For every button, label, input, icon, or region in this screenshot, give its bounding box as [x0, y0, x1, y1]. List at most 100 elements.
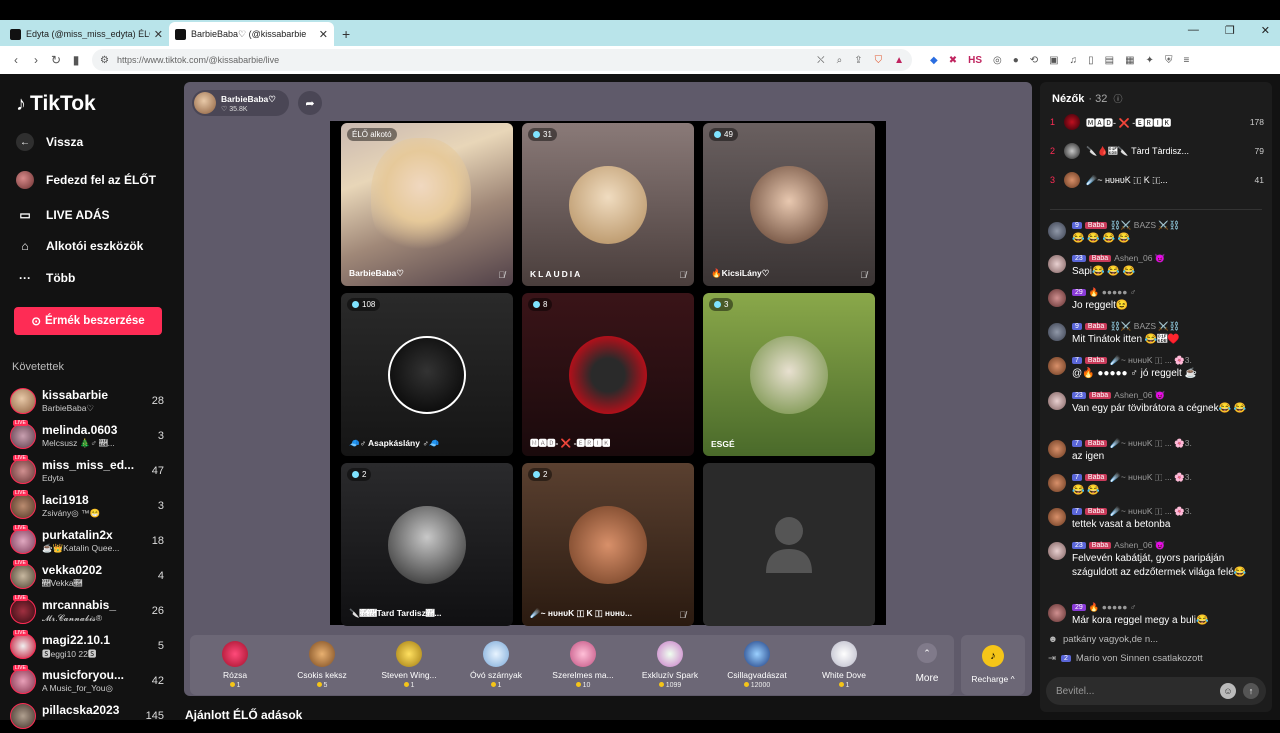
extension-icon[interactable]: HS	[968, 55, 982, 66]
guest-tile[interactable]: ÉLŐ alkotó BarbieBaba♡ 🎙̸	[341, 123, 513, 286]
restore-icon[interactable]: ❐	[1225, 24, 1235, 37]
close-tab-icon[interactable]: ✕	[319, 28, 328, 41]
zoom-icon[interactable]: ⌕	[837, 55, 843, 66]
following-item[interactable]: LIVE vekka0202 🛛Vekka🛛 4	[10, 560, 170, 593]
gift-item[interactable]: Csillagvadászat 12000	[718, 639, 796, 693]
following-item[interactable]: LIVE magi22.10.1 🆂eggi10 22🆂 5	[10, 630, 170, 663]
nav-live-studio[interactable]: ▭ LIVE ADÁS	[16, 206, 109, 224]
message-user[interactable]: ☄️~ ʜᴜʜᴜK 🇮 ... 🌸3.	[1110, 472, 1192, 483]
gift-item[interactable]: Exkluzív Spark 1099	[631, 639, 709, 693]
top-viewer-row[interactable]: 1 🅼🅰🅳- ❌ -🅴🆁🅸🅺 178	[1050, 112, 1264, 132]
shield-icon[interactable]: ⛉	[875, 55, 883, 66]
nav-explore-live[interactable]: Fedezd fel az ÉLŐT	[16, 171, 156, 189]
nav-back[interactable]: ← Vissza	[16, 133, 83, 151]
guest-tile[interactable]: 49 🔥KicsiLány♡ 🎙̸	[703, 123, 875, 286]
reload-icon[interactable]: ↻	[46, 53, 66, 67]
message-user[interactable]: ☄️~ ʜᴜʜᴜK 🇮 ... 🌸3.	[1110, 438, 1192, 449]
extension-icon[interactable]: ◆	[930, 55, 938, 66]
new-tab-icon[interactable]: +	[342, 26, 350, 42]
tiktok-logo[interactable]: ♪ TikTok	[16, 92, 96, 116]
emoji-icon[interactable]: ☺	[1220, 683, 1236, 699]
guest-tile[interactable]: 31 KLAUDIA 🎙̸	[522, 123, 694, 286]
message-user[interactable]: 🔥 ●●●●● ♂	[1089, 287, 1136, 298]
vpn-icon[interactable]: ⛨	[1165, 55, 1173, 66]
rewards-icon[interactable]: ▲	[894, 55, 904, 66]
level-badge: 7	[1072, 357, 1082, 364]
message-header: 7 Baba ☄️~ ʜᴜʜᴜK 🇮 ... 🌸3.	[1072, 355, 1192, 366]
send-icon[interactable]: ↑	[1243, 683, 1259, 699]
guest-tile[interactable]: 3 ESGÉ	[703, 293, 875, 456]
url-field[interactable]: ⚙ https://www.tiktok.com/@kissabarbie/li…	[92, 49, 912, 71]
extension-icon[interactable]: ▤	[1105, 55, 1114, 66]
top-viewer-row[interactable]: 2 🔪🩸🛛🔪 Tàrd Tàrdisz... 79	[1050, 141, 1264, 161]
viewers-header[interactable]: Nézők · 32 ⓘ	[1052, 92, 1122, 105]
guest-tile[interactable]: 2 🔪🛛🛛Tard Tardisz🛛...	[341, 463, 513, 626]
level-badge: 23	[1072, 542, 1086, 549]
close-window-icon[interactable]: ✕	[1261, 24, 1270, 37]
message-text: 😂 😂	[1072, 485, 1100, 496]
site-info-icon[interactable]: ⚙	[100, 55, 109, 66]
gift-price: 10	[544, 682, 622, 689]
extension-icon[interactable]: ♫	[1070, 55, 1078, 66]
message-user[interactable]: 🔥 ●●●●● ♂	[1089, 602, 1136, 613]
empty-guest-slot[interactable]	[703, 463, 875, 626]
share-button[interactable]: ➦	[298, 91, 322, 115]
browser-tab-active[interactable]: BarbieBaba♡ (@kissabarbie ✕	[169, 22, 334, 46]
extension-icon[interactable]: ◎	[993, 55, 1002, 66]
following-item[interactable]: kissabarbie BarbieBaba♡ 28	[10, 386, 170, 418]
chat-input[interactable]	[1056, 683, 1206, 699]
extension-icon[interactable]: ⟲	[1030, 55, 1038, 66]
message-user[interactable]: Ashen_06 😈	[1114, 253, 1165, 264]
following-item[interactable]: LIVE melinda.0603 Melcsusz 🎄♂ 🛛... 3	[10, 420, 170, 453]
guest-tile[interactable]: 8 🅼🅰🅳- ❌ -🅴🆁🅸🅺	[522, 293, 694, 456]
minimize-icon[interactable]: —	[1188, 24, 1199, 37]
message-user[interactable]: ⛓️⚔️ BAZS ⚔️⛓️	[1110, 220, 1179, 231]
following-item[interactable]: LIVE purkatalin2x ☕👑Katalin Quee... 18	[10, 525, 170, 558]
nav-more[interactable]: ··· Több	[16, 269, 75, 287]
browser-tab[interactable]: Edyta (@miss_miss_edyta) ÉLŐ adás ✕	[4, 22, 169, 46]
following-item[interactable]: LIVE laci1918 Zsivány◎ ™😁 3	[10, 490, 170, 523]
following-item[interactable]: LIVE musicforyou... A Music_for_You◎ 42	[10, 665, 170, 698]
info-icon[interactable]: ⓘ	[1113, 94, 1122, 104]
gift-item[interactable]: White Dove 1	[805, 639, 883, 693]
nav-creator-tools[interactable]: ⌂ Alkotói eszközök	[16, 237, 143, 255]
gift-item[interactable]: Rózsa 1	[196, 639, 274, 693]
wallet-icon[interactable]: ▦	[1125, 55, 1134, 66]
more-gifts-button[interactable]: ⌃ More	[902, 639, 952, 684]
star-hunter-gift-icon	[744, 641, 770, 667]
extension-icon[interactable]: ✖	[949, 55, 957, 66]
message-user[interactable]: ☄️~ ʜᴜʜᴜK 🇮 ... 🌸3.	[1110, 355, 1192, 366]
message-user[interactable]: Ashen_06 😈	[1114, 390, 1165, 401]
extension-icon[interactable]: ●	[1013, 55, 1019, 66]
share-page-icon[interactable]: ⇪	[854, 55, 862, 66]
extension-icon[interactable]: ▣	[1049, 55, 1058, 66]
bookmark-icon[interactable]: ▮	[66, 53, 86, 67]
gift-item[interactable]: Steven Wing... 1	[370, 639, 448, 693]
guest-tile[interactable]: 108 🧢♂ Asapkáslány ♂🧢	[341, 293, 513, 456]
following-item[interactable]: pillacska2023 145	[10, 701, 170, 733]
gift-item[interactable]: Csokis keksz 5	[283, 639, 361, 693]
close-tab-icon[interactable]: ✕	[154, 28, 163, 41]
menu-icon[interactable]: ≡	[1183, 55, 1189, 66]
gift-item[interactable]: Szerelmes ma... 10	[544, 639, 622, 693]
avatar	[388, 336, 466, 414]
recharge-button[interactable]: ♪ Recharge ^	[961, 635, 1025, 695]
back-icon[interactable]: ‹	[6, 53, 26, 67]
get-coins-button[interactable]: ⊙ Érmék beszerzése	[14, 307, 162, 335]
sidebar-toggle-icon[interactable]: ▯	[1088, 55, 1094, 66]
translate-icon[interactable]: ⛌	[817, 55, 824, 66]
top-viewer-row[interactable]: 3 ☄️~ ʜᴜʜᴜK 🇮 K 🇮... 41	[1050, 170, 1264, 190]
message-user[interactable]: ⛓️⚔️ BAZS ⚔️⛓️	[1110, 321, 1179, 332]
guest-name: BarbieBaba♡	[349, 268, 404, 278]
message-user[interactable]: ☄️~ ʜᴜʜᴜK 🇮 ... 🌸3.	[1110, 506, 1192, 517]
following-item[interactable]: LIVE mrcannabis_ 𝓜𝓻.𝓒𝓪𝓷𝓷𝓪𝓫𝓲𝓼® 26	[10, 595, 170, 628]
forward-icon[interactable]: ›	[26, 53, 46, 67]
ai-icon[interactable]: ✦	[1146, 55, 1154, 66]
mic-muted-icon: 🎙̸	[860, 270, 867, 280]
guest-tile[interactable]: 2 ☄️~ ʜᴜʜᴜK 🇮 K 🇮 ʜᴜʜᴜ... 🎙̸	[522, 463, 694, 626]
host-info[interactable]: BarbieBaba♡ ♡ 35.8K	[192, 90, 289, 116]
message-user[interactable]: Ashen_06 😈	[1114, 540, 1165, 551]
following-item[interactable]: LIVE miss_miss_ed... Edyta 47	[10, 455, 170, 488]
message-header: 7 Baba ☄️~ ʜᴜʜᴜK 🇮 ... 🌸3.	[1072, 438, 1192, 449]
gift-item[interactable]: Óvó szárnyak 1	[457, 639, 535, 693]
